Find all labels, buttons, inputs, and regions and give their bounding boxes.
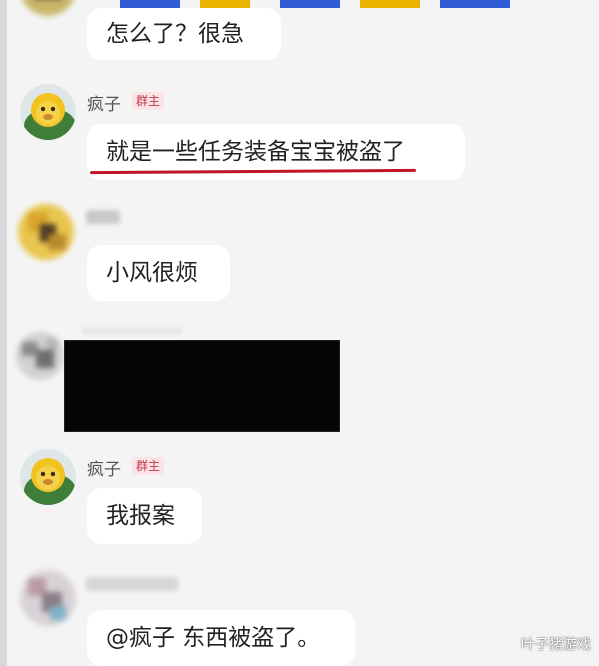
avatar[interactable]	[20, 0, 76, 16]
top-banner-strip	[0, 0, 599, 10]
message-bubble[interactable]: @疯子 东西被盗了。	[87, 610, 355, 666]
message-bubble[interactable]: 我报案	[87, 488, 202, 544]
screen-edge	[0, 0, 7, 666]
redacted-name	[82, 327, 182, 335]
lion-avatar-icon[interactable]	[20, 449, 76, 505]
redacted-name	[86, 210, 120, 224]
lion-avatar-icon[interactable]	[20, 84, 76, 140]
group-owner-badge: 群主	[132, 457, 165, 475]
message-bubble[interactable]: 小风很烦	[87, 245, 230, 301]
pixelated-avatar-icon[interactable]	[20, 570, 76, 626]
sender-name: 疯子	[87, 95, 121, 115]
message-text: 小风很烦	[106, 260, 198, 286]
message-text: 怎么了？很急	[106, 21, 244, 47]
redacted-message	[64, 340, 340, 432]
message-text: @疯子 东西被盗了。	[106, 625, 321, 651]
watermark: 叶子猪游戏	[521, 637, 591, 653]
message-text: 就是一些任务装备宝宝被盗了	[106, 139, 405, 165]
message-bubble[interactable]: 怎么了？很急	[87, 8, 281, 60]
pixelated-avatar-icon[interactable]	[16, 332, 64, 380]
sender-name: 疯子	[87, 460, 121, 480]
redacted-name	[86, 577, 178, 591]
pixelated-avatar-icon[interactable]	[18, 204, 74, 260]
group-owner-badge: 群主	[132, 92, 165, 110]
message-text: 我报案	[106, 503, 175, 529]
